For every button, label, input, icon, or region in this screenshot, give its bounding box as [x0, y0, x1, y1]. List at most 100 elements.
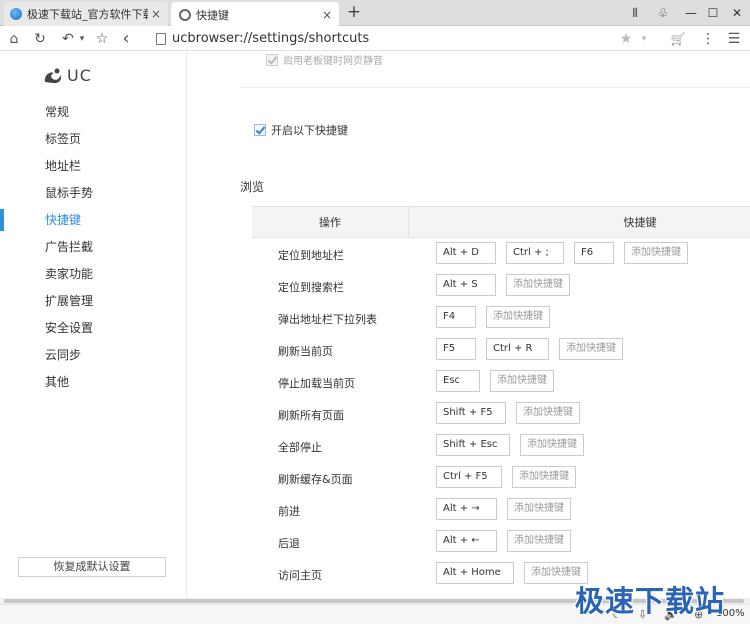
uc-logo: UC	[42, 66, 92, 85]
sidebar-item-seller[interactable]: 卖家功能	[0, 263, 186, 285]
table-row: 弹出地址栏下拉列表 F4 添加快捷键	[252, 302, 750, 334]
shortcut-key[interactable]: Shift + Esc	[436, 434, 510, 456]
tab-shortcuts[interactable]: 快捷键 ×	[171, 2, 339, 27]
sidebar-item-mouse-gestures[interactable]: 鼠标手势	[0, 182, 186, 204]
new-tab-button[interactable]: +	[345, 3, 363, 23]
menu-icon[interactable]: ⫴	[624, 3, 646, 23]
enable-shortcuts-label: 开启以下快捷键	[271, 124, 348, 137]
sidebar-item-general[interactable]: 常规	[0, 101, 186, 123]
row-label: 后退	[278, 537, 300, 550]
close-window-button[interactable]: ✕	[726, 3, 748, 23]
row-label: 定位到搜索栏	[278, 281, 344, 294]
shortcut-key[interactable]: Alt + ←	[436, 530, 497, 552]
globe-icon	[10, 8, 22, 20]
shortcut-key[interactable]: F6	[574, 242, 614, 264]
table-row: 后退 Alt + ← 添加快捷键	[252, 526, 750, 558]
cart-icon[interactable]: 🛒	[668, 29, 688, 49]
tab-close-icon[interactable]: ×	[319, 8, 335, 22]
uc-squirrel-icon	[44, 68, 62, 83]
add-shortcut-button[interactable]: 添加快捷键	[490, 370, 554, 392]
shortcut-key[interactable]: Ctrl + R	[486, 338, 549, 360]
reset-defaults-button[interactable]: 恢复成默认设置	[18, 557, 166, 577]
table-row: 停止加载当前页 Esc 添加快捷键	[252, 366, 750, 398]
row-label: 刷新缓存&页面	[278, 473, 353, 486]
sidebar-item-cloud-sync[interactable]: 云同步	[0, 344, 186, 366]
sidebar-item-security[interactable]: 安全设置	[0, 317, 186, 339]
add-shortcut-button[interactable]: 添加快捷键	[559, 338, 623, 360]
refresh-icon[interactable]: ↻	[30, 29, 50, 49]
header-operation: 操作	[252, 207, 409, 238]
row-label: 访问主页	[278, 569, 322, 582]
enable-shortcuts-checkbox[interactable]	[254, 124, 266, 136]
url-field[interactable]: ucbrowser://settings/shortcuts	[172, 31, 369, 46]
back-icon[interactable]: ‹	[116, 29, 136, 49]
maximize-button[interactable]: ☐	[702, 3, 724, 23]
boss-key-mute-row: 启用老板键时网页静音	[266, 52, 383, 67]
add-shortcut-button[interactable]: 添加快捷键	[516, 402, 580, 424]
boss-key-mute-label: 启用老板键时网页静音	[283, 56, 383, 67]
gear-icon	[179, 8, 191, 21]
address-bar: ⌂ ↻ ↶ ▾ ☆ ‹ ucbrowser://settings/shortcu…	[0, 27, 750, 51]
table-row: 刷新缓存&页面 Ctrl + F5 添加快捷键	[252, 462, 750, 494]
page-icon	[156, 33, 166, 45]
tab-close-icon[interactable]: ×	[148, 7, 164, 21]
settings-main: 启用老板键时网页静音 开启以下快捷键 浏览 操作 快捷键 定位到地址栏 Alt …	[188, 52, 750, 598]
row-label: 停止加载当前页	[278, 377, 355, 390]
tab-title: 极速下载站_官方软件下载_绿色	[27, 8, 148, 21]
tab-title: 快捷键	[196, 8, 229, 22]
row-label: 前进	[278, 505, 300, 518]
row-label: 刷新当前页	[278, 345, 333, 358]
row-label: 定位到地址栏	[278, 249, 344, 262]
shortcut-key[interactable]: Shift + F5	[436, 402, 506, 424]
bookmark-dropdown-icon[interactable]: ▾	[634, 29, 654, 49]
bookmark-star-icon[interactable]: ★	[616, 29, 636, 49]
shortcut-key[interactable]: Ctrl + ;	[506, 242, 564, 264]
header-shortcut: 快捷键	[623, 216, 657, 229]
sidebar-item-extensions[interactable]: 扩展管理	[0, 290, 186, 312]
shortcut-key[interactable]: Esc	[436, 370, 480, 392]
more-icon[interactable]: ⋮	[698, 29, 718, 49]
favorite-icon[interactable]: ☆	[92, 29, 112, 49]
home-icon[interactable]: ⌂	[4, 29, 24, 49]
sidebar-item-other[interactable]: 其他	[0, 371, 186, 393]
add-shortcut-button[interactable]: 添加快捷键	[520, 434, 584, 456]
sidebar-item-addressbar[interactable]: 地址栏	[0, 155, 186, 177]
row-label: 弹出地址栏下拉列表	[278, 313, 377, 326]
watermark: 极速下载站	[575, 584, 726, 618]
enable-shortcuts-row: 开启以下快捷键	[254, 122, 348, 138]
add-shortcut-button[interactable]: 添加快捷键	[512, 466, 576, 488]
table-row: 刷新当前页 F5 Ctrl + R 添加快捷键	[252, 334, 750, 366]
sidebar-item-adblock[interactable]: 广告拦截	[0, 236, 186, 258]
add-shortcut-button[interactable]: 添加快捷键	[624, 242, 688, 264]
add-shortcut-button[interactable]: 添加快捷键	[486, 306, 550, 328]
table-row: 定位到搜索栏 Alt + S 添加快捷键	[252, 270, 750, 302]
table-header: 操作 快捷键	[252, 206, 750, 238]
table-row: 前进 Alt + → 添加快捷键	[252, 494, 750, 526]
table-row: 全部停止 Shift + Esc 添加快捷键	[252, 430, 750, 462]
minimize-button[interactable]: —	[680, 3, 702, 23]
shortcut-key[interactable]: F5	[436, 338, 476, 360]
main-menu-icon[interactable]: ☰	[724, 29, 744, 49]
shortcut-key[interactable]: Ctrl + F5	[436, 466, 502, 488]
row-label: 全部停止	[278, 441, 322, 454]
shortcuts-table: 操作 快捷键 定位到地址栏 Alt + D Ctrl + ; F6 添加快捷键 …	[252, 206, 750, 590]
tab-jisuxiazai[interactable]: 极速下载站_官方软件下载_绿色 ×	[4, 2, 168, 26]
sidebar-item-shortcuts[interactable]: 快捷键	[0, 209, 186, 231]
boss-key-mute-checkbox[interactable]	[266, 53, 278, 66]
add-shortcut-button[interactable]: 添加快捷键	[507, 498, 571, 520]
add-shortcut-button[interactable]: 添加快捷键	[507, 530, 571, 552]
divider	[240, 87, 750, 88]
skin-icon[interactable]: ♧	[652, 3, 674, 23]
shortcut-key[interactable]: Alt + S	[436, 274, 496, 296]
undo-dropdown-icon[interactable]: ▾	[72, 29, 92, 49]
settings-sidebar: UC 常规 标签页 地址栏 鼠标手势 快捷键 广告拦截 卖家功能 扩展管理 安全…	[0, 52, 187, 600]
shortcut-key[interactable]: Alt + Home	[436, 562, 514, 584]
shortcut-key[interactable]: Alt + →	[436, 498, 497, 520]
logo-text: UC	[67, 66, 92, 85]
shortcut-key[interactable]: F4	[436, 306, 476, 328]
add-shortcut-button[interactable]: 添加快捷键	[506, 274, 570, 296]
sidebar-item-tabs[interactable]: 标签页	[0, 128, 186, 150]
section-title-browse: 浏览	[240, 180, 265, 194]
table-row: 定位到地址栏 Alt + D Ctrl + ; F6 添加快捷键	[252, 238, 750, 270]
shortcut-key[interactable]: Alt + D	[436, 242, 496, 264]
